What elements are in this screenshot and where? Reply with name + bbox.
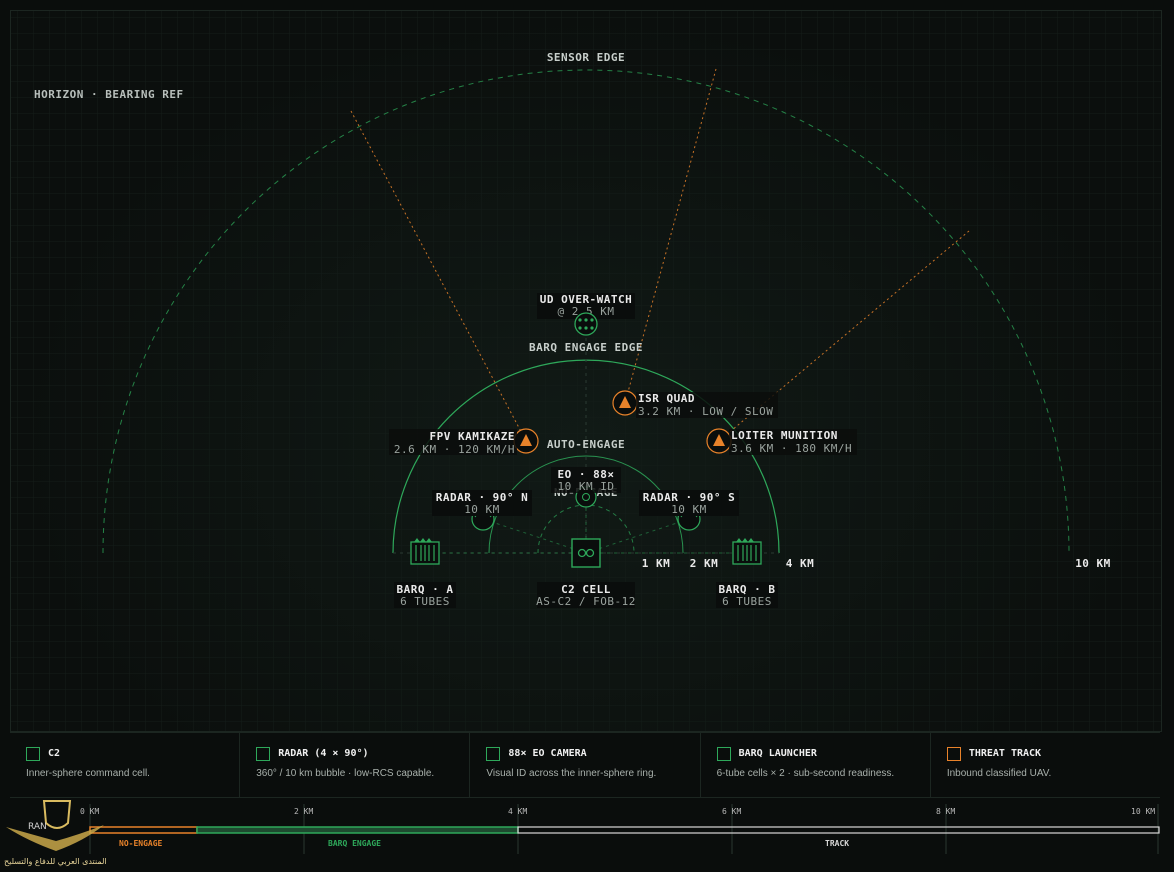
legend: C2 Inner-sphere command cell. RADAR (4 ×… — [10, 732, 1160, 798]
legend-title: C2 — [48, 748, 61, 759]
range-scale: 0 KM 2 KM 4 KM 6 KM 8 KM 10 KM NO-ENGAGE… — [10, 798, 1160, 858]
legend-swatch — [26, 747, 40, 761]
barq-b-sub: 6 TUBES — [722, 595, 772, 608]
legend-desc: Inbound classified UAV. — [946, 768, 1052, 779]
range-scale-svg — [89, 804, 1160, 854]
scale-tick: 10 KM — [1131, 807, 1156, 816]
sensor-edge-label: SENSOR EDGE — [547, 51, 625, 64]
barq-edge-label: BARQ ENGAGE EDGE — [529, 341, 643, 354]
threat-loiter[interactable]: LOITER MUNITION 3.6 KM · 180 KM/H — [706, 428, 857, 455]
ring-label-10km: 10 KM — [1075, 557, 1111, 570]
scale-tick: 4 KM — [508, 807, 528, 816]
band-label: BARQ ENGAGE — [328, 839, 381, 848]
legend-item-radar: RADAR (4 × 90°) 360° / 10 km bubble · lo… — [240, 733, 471, 797]
legend-title: 88× EO CAMERA — [508, 748, 587, 759]
auto-engage-label: AUTO-ENGAGE — [547, 438, 625, 451]
legend-desc: 360° / 10 km bubble · low-RCS capable. — [256, 768, 435, 779]
legend-swatch — [716, 747, 731, 761]
legend-swatch — [256, 747, 271, 761]
legend-item-threat: THREAT TRACK Inbound classified UAV. — [931, 733, 1160, 797]
barq-a-sub: 6 TUBES — [400, 595, 450, 608]
ring-label-4km: 4 KM — [786, 557, 815, 570]
legend-desc: Inner-sphere command cell. — [26, 768, 150, 779]
legend-item-barq: BARQ LAUNCHER 6-tube cells × 2 · sub-sec… — [701, 733, 931, 797]
watermark-text: المنتدى العربي للدفاع والتسليح — [4, 857, 107, 866]
eo-sub: 10 KM ID — [558, 480, 615, 493]
threat-sub: 3.6 KM · 180 KM/H — [731, 442, 852, 455]
eagle-logo-icon: RAN — [6, 800, 104, 851]
threat-title: ISR QUAD — [638, 392, 695, 405]
legend-item-c2: C2 Inner-sphere command cell. — [10, 733, 241, 797]
defense-diagram: HORIZON · BEARING REF SENSOR EDGE BARQ E… — [11, 11, 1161, 731]
legend-swatch — [946, 747, 961, 761]
threat-title: LOITER MUNITION — [731, 429, 838, 442]
legend-title: BARQ LAUNCHER — [738, 748, 817, 759]
ring-label-1km: 1 KM — [642, 557, 671, 570]
legend-desc: 6-tube cells × 2 · sub-second readiness. — [716, 768, 895, 779]
forum-watermark: RAN المنتدى العربي للدفاع والتسليح — [4, 795, 114, 870]
threat-sub: 3.2 KM · LOW / SLOW — [638, 405, 773, 418]
legend-title: THREAT TRACK — [968, 748, 1042, 759]
threat-fpv[interactable]: FPV KAMIKAZE 2.6 KM · 120 KM/H — [389, 428, 539, 456]
grid-background — [11, 11, 1161, 731]
band-label: TRACK — [825, 839, 850, 848]
band-label: NO-ENGAGE — [119, 839, 163, 848]
radar-north-sub: 10 KM — [464, 503, 500, 516]
threat-title: FPV KAMIKAZE — [430, 430, 515, 443]
scale-tick: 6 KM — [722, 807, 742, 816]
legend-title: RADAR (4 × 90°) — [278, 748, 369, 759]
legend-swatch — [486, 747, 501, 761]
legend-item-eo: 88× EO CAMERA Visual ID across the inner… — [470, 733, 701, 797]
band-barq-engage — [196, 826, 519, 834]
overwatch-drone-icon — [574, 312, 598, 336]
ring-label-2km: 2 KM — [690, 557, 719, 570]
horizon-label: HORIZON · BEARING REF — [34, 88, 184, 101]
c2-sub: AS-C2 / FOB-12 — [536, 595, 636, 608]
scale-tick: 8 KM — [936, 807, 956, 816]
scale-tick: 2 KM — [294, 807, 314, 816]
threat-isr[interactable]: ISR QUAD 3.2 KM · LOW / SLOW — [612, 390, 778, 418]
legend-desc: Visual ID across the inner-sphere ring. — [486, 768, 657, 779]
logo-text: RAN — [28, 822, 47, 832]
band-track — [517, 826, 1160, 834]
radar-south-sub: 10 KM — [671, 503, 707, 516]
threat-sub: 2.6 KM · 120 KM/H — [394, 443, 515, 456]
scene-frame: HORIZON · BEARING REF SENSOR EDGE BARQ E… — [10, 10, 1162, 732]
